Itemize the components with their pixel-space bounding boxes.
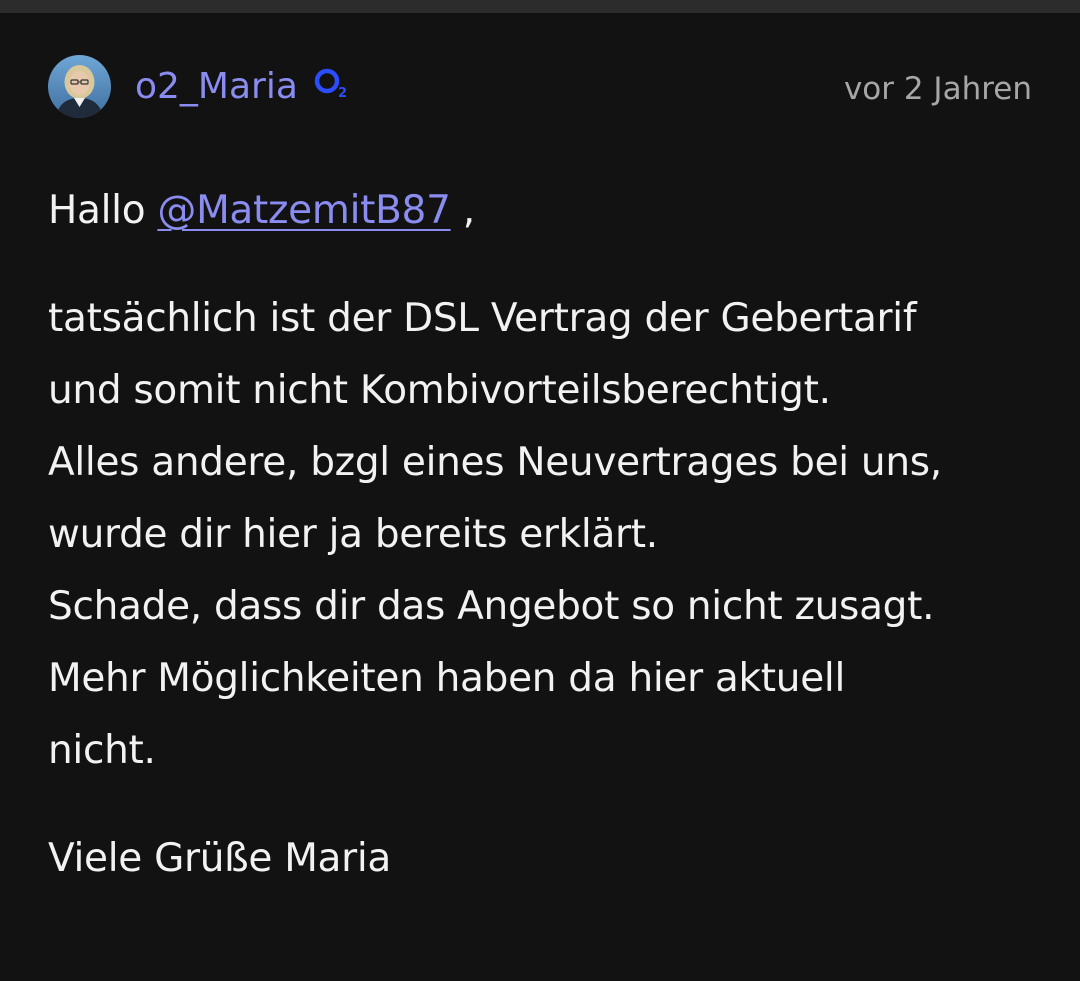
message-line: und somit nicht Kombivorteilsberechtigt. (48, 368, 831, 413)
message-line: Alles andere, bzgl eines Neuvertrages be… (48, 440, 942, 485)
user-mention-link[interactable]: @MatzemitB87 (157, 188, 451, 233)
forum-post: o2_Maria 2 vor 2 Jahren Hallo @MatzemitB… (0, 13, 1080, 981)
greeting-prefix: Hallo (48, 188, 146, 233)
message-line: Schade, dass dir das Angebot so nicht zu… (48, 584, 935, 629)
post-header: o2_Maria 2 vor 2 Jahren (48, 55, 1032, 119)
message-line: wurde dir hier ja bereits erklärt. (48, 512, 658, 557)
author-name-link[interactable]: o2_Maria (135, 63, 298, 111)
signature: Viele Grüße Maria (48, 836, 392, 881)
svg-text:2: 2 (338, 86, 347, 100)
greeting-line: Hallo @MatzemitB87 , (48, 175, 1033, 247)
avatar-photo-icon (48, 55, 111, 118)
greeting-suffix: , (450, 188, 475, 233)
author-avatar[interactable] (48, 55, 111, 118)
message-paragraph: tatsächlich ist der DSL Vertrag der Gebe… (48, 283, 1033, 787)
o2-brand-icon: 2 (312, 66, 352, 101)
message-line: Mehr Möglichkeiten haben da hier aktuell (48, 656, 845, 701)
post-body: Hallo @MatzemitB87 , tatsächlich ist der… (48, 175, 1033, 895)
post-timestamp[interactable]: vor 2 Jahren (844, 67, 1032, 111)
message-line: nicht. (48, 728, 156, 773)
message-line: tatsächlich ist der DSL Vertrag der Gebe… (48, 296, 917, 341)
top-divider (0, 0, 1080, 13)
